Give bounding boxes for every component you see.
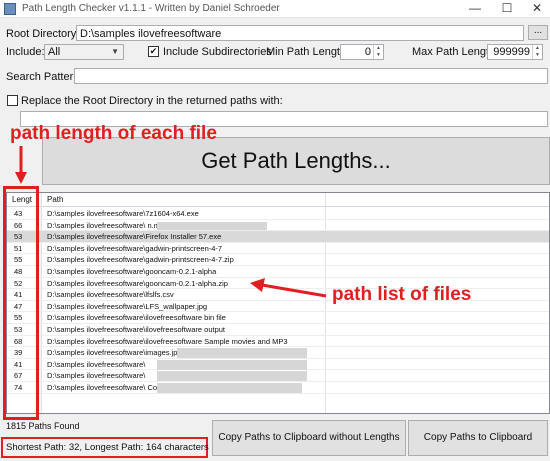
arrow-down-icon — [15, 172, 27, 184]
arrow-left-line — [261, 283, 327, 298]
app-window: Path Length Checker v1.1.1 - Written by … — [0, 0, 550, 461]
arrow-left-icon — [250, 278, 265, 292]
annotation-arrows — [15, 146, 327, 298]
